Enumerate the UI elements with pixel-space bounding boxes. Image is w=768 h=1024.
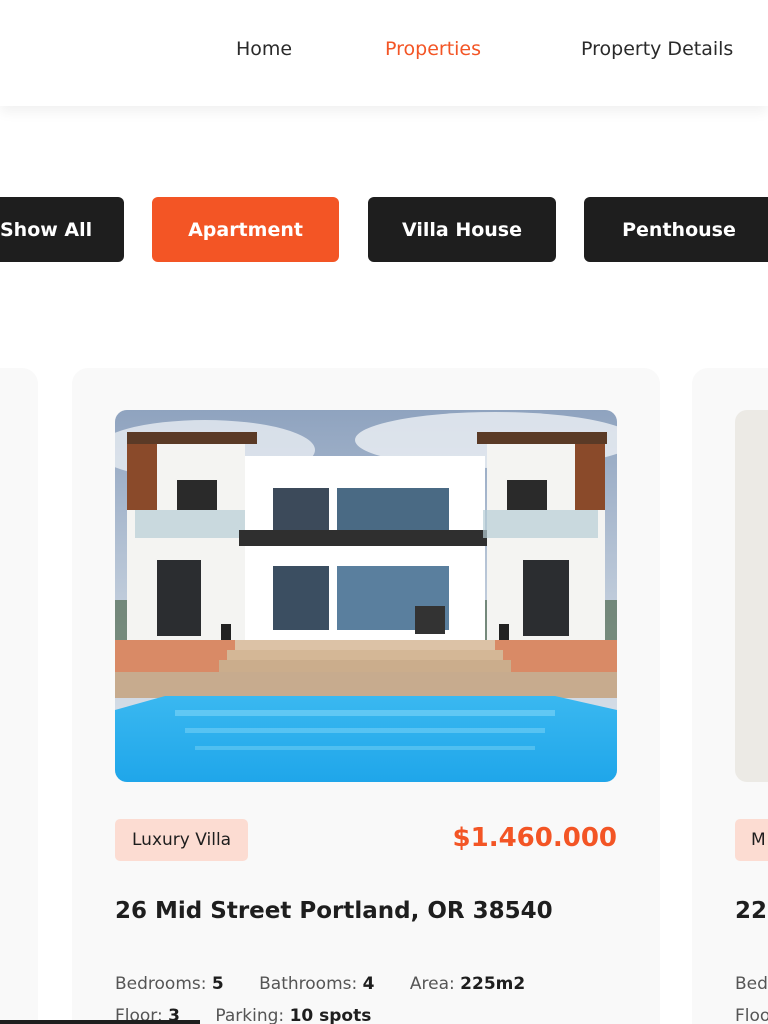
property-specs: Bedrooms: 5 Bathrooms: 4 Area: 225m2 Flo… — [115, 968, 635, 1024]
bottom-edge-bar — [0, 1020, 200, 1024]
spec-parking: Parking: 10 spots — [215, 1006, 372, 1024]
property-card-previous[interactable] — [0, 368, 38, 1024]
filter-penthouse-button[interactable]: Penthouse — [584, 197, 768, 262]
nav-property-details-link[interactable]: Property Details — [581, 38, 733, 60]
filter-apartment-button[interactable]: Apartment — [152, 197, 339, 262]
spec-area: Area: 225m2 — [409, 974, 526, 994]
spec-bathrooms: Bathrooms: 4 — [259, 974, 375, 994]
property-address-next[interactable]: 22 — [735, 898, 767, 924]
spec-bedrooms: Bedrooms: 5 — [115, 974, 224, 994]
properties-page: Home Properties Property Details Show Al… — [0, 0, 768, 1024]
property-image[interactable] — [115, 410, 617, 782]
property-price: $1.460.000 — [452, 823, 617, 853]
filter-show-all-button[interactable]: Show All — [0, 197, 124, 262]
property-specs-next: Bed Floo — [735, 974, 768, 1024]
nav-properties-link[interactable]: Properties — [385, 38, 481, 60]
top-navigation: Home Properties Property Details — [0, 0, 768, 106]
property-category-badge-next[interactable]: M — [735, 819, 768, 861]
villa-photo — [115, 410, 617, 782]
filter-show-all-label: Show All — [0, 218, 93, 241]
property-address[interactable]: 26 Mid Street Portland, OR 38540 — [115, 898, 553, 924]
filter-villa-house-button[interactable]: Villa House — [368, 197, 556, 262]
property-category-badge[interactable]: Luxury Villa — [115, 819, 249, 861]
property-card[interactable]: Luxury Villa $1.460.000 26 Mid Street Po… — [72, 368, 660, 1024]
property-image-next[interactable] — [735, 410, 768, 782]
property-card-next[interactable]: M 22 Bed Floo — [692, 368, 768, 1024]
nav-home-link[interactable]: Home — [236, 38, 292, 60]
